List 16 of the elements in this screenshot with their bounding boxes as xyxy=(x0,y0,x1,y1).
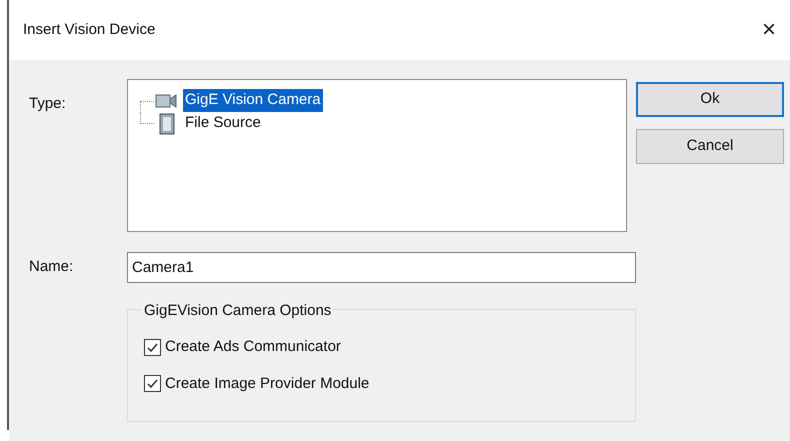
dialog-button[interactable]: Cancel xyxy=(636,129,784,164)
field-label: Name: xyxy=(29,258,74,276)
dialog-button[interactable]: Ok xyxy=(636,82,784,117)
checkbox[interactable] xyxy=(144,375,161,392)
checkmark-icon xyxy=(146,377,159,390)
checkbox[interactable] xyxy=(144,338,161,356)
tree-item[interactable]: GigE Vision Camera xyxy=(183,89,323,112)
checkmark-icon xyxy=(146,340,159,354)
checkbox-label: Create Ads Communicator xyxy=(165,337,341,357)
tree-view[interactable]: GigE Vision Camera File Source xyxy=(127,79,627,232)
window-title: Insert Vision Device xyxy=(23,20,156,40)
close-button[interactable]: × xyxy=(758,18,780,42)
tree-item[interactable]: File Source xyxy=(183,112,263,135)
checkbox-label: Create Image Provider Module xyxy=(165,374,370,394)
name-field[interactable]: Camera1 xyxy=(127,252,636,283)
field-label: Type: xyxy=(29,95,66,112)
